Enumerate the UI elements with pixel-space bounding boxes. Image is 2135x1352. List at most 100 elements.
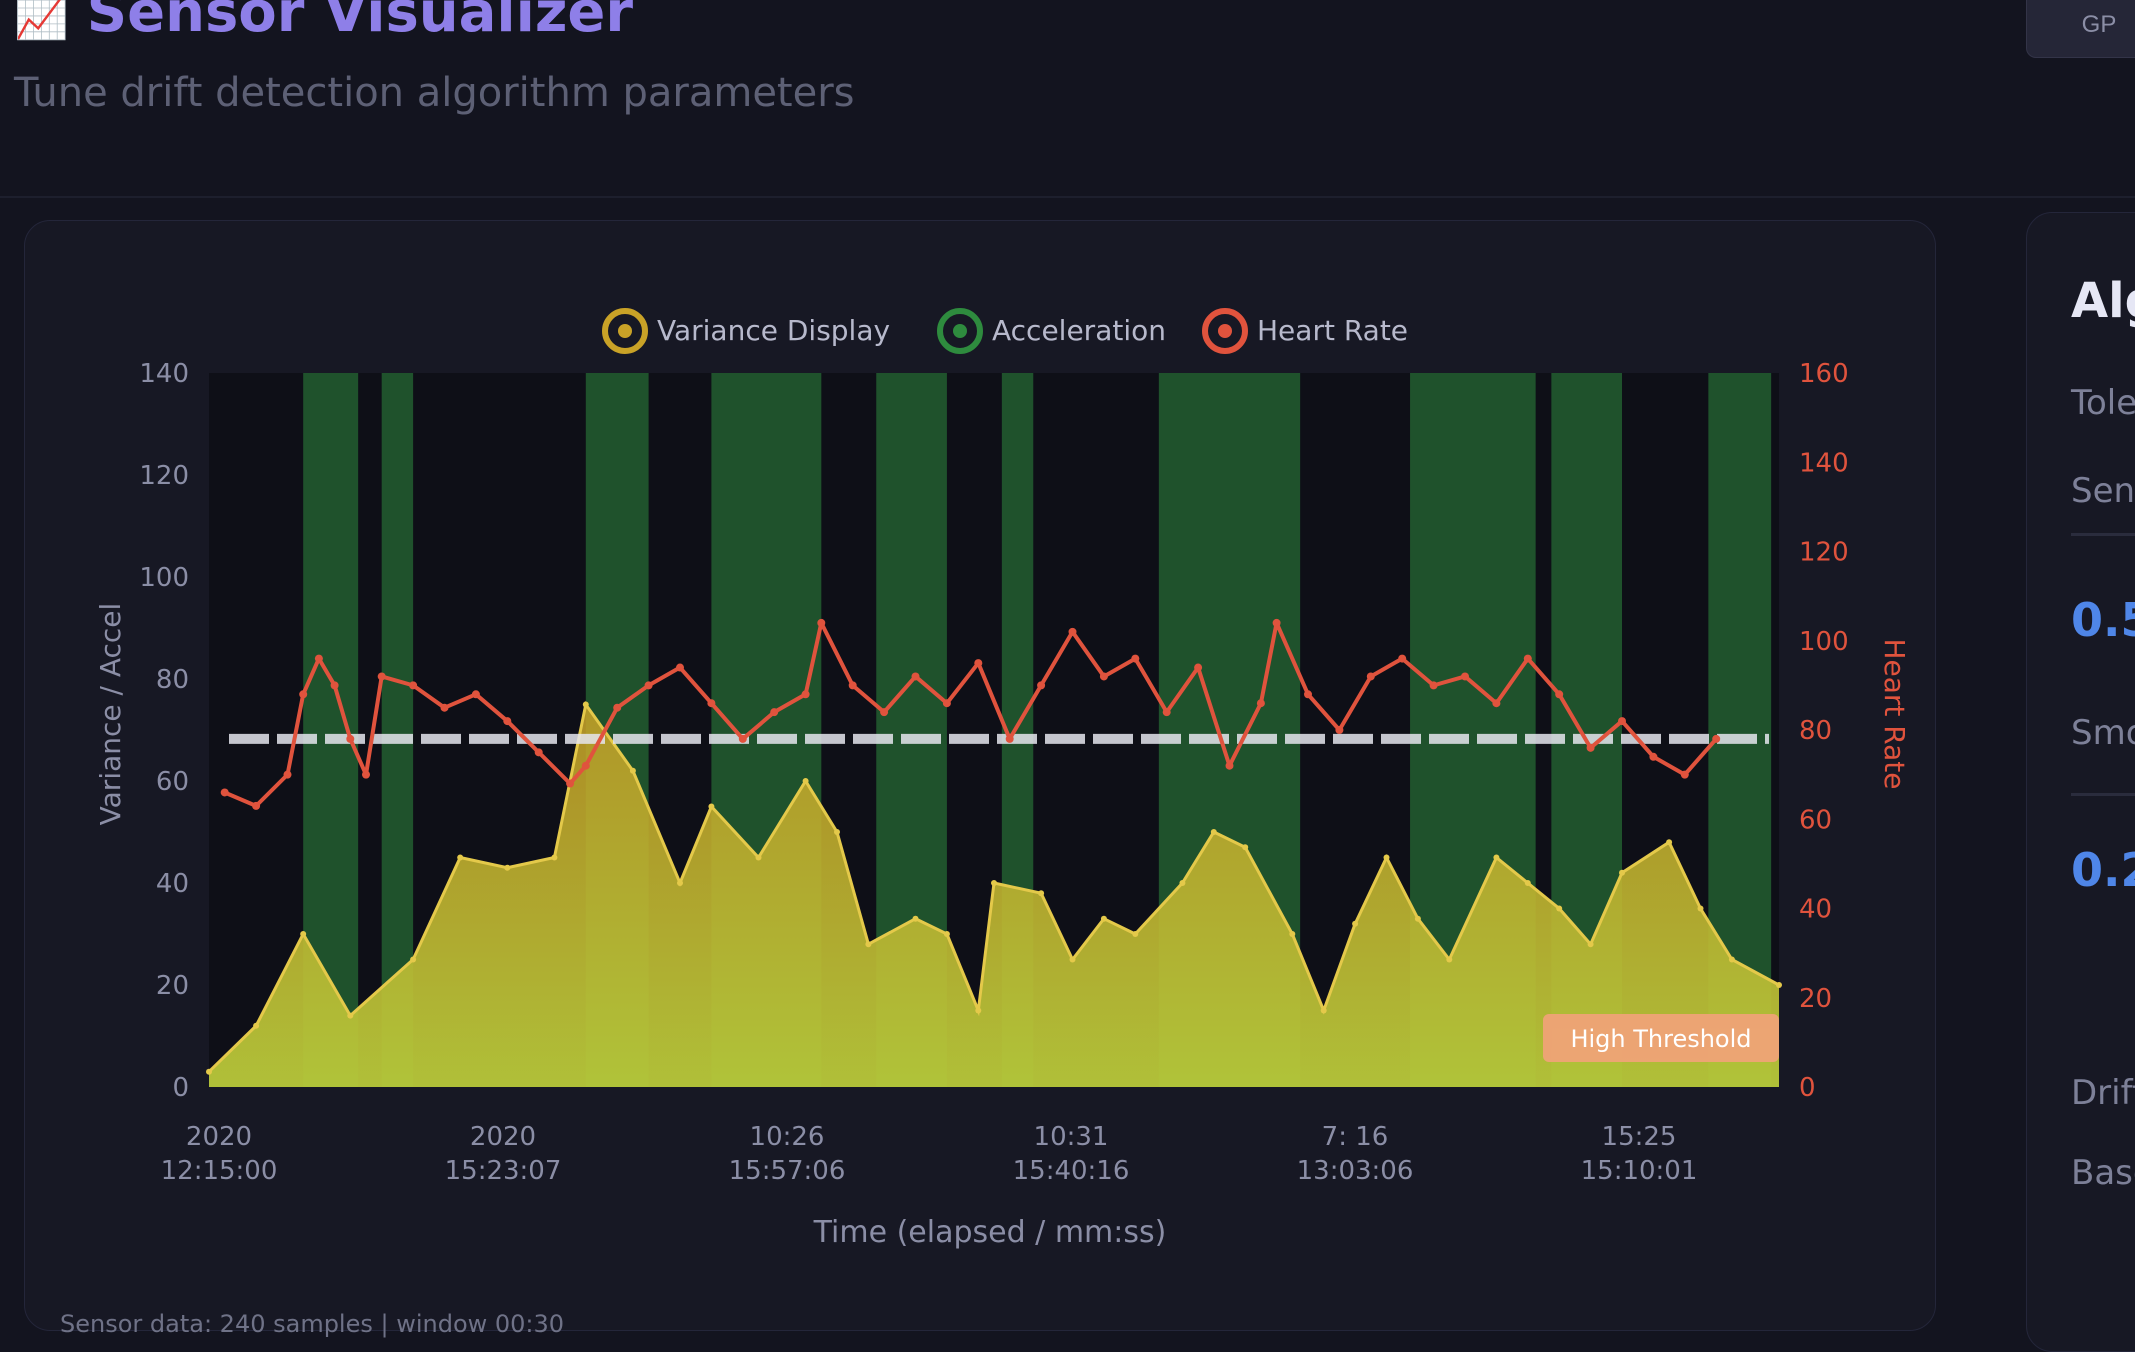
- variance-point: [410, 956, 417, 963]
- variance-point: [629, 767, 636, 774]
- variance-point: [300, 931, 307, 937]
- variance-point: [1414, 915, 1421, 922]
- heart-rate-point: [1712, 734, 1721, 743]
- legend-label: Variance Display: [657, 314, 890, 347]
- heart-rate-point: [314, 654, 323, 663]
- heart-rate-point: [1680, 770, 1689, 779]
- x-tick-label: 15:10:01: [1581, 1156, 1698, 1186]
- variance-point: [1493, 854, 1500, 861]
- variance-point: [582, 701, 589, 708]
- variance-point: [975, 1007, 982, 1014]
- variance-point: [1666, 839, 1673, 846]
- heart-rate-point: [676, 663, 684, 672]
- heart-rate-point: [1429, 681, 1438, 690]
- variance-point: [1556, 905, 1563, 912]
- heart-rate-point: [377, 672, 386, 681]
- sensitivity-label: Sensitivity: [2071, 471, 2135, 511]
- left-tick-label: 120: [139, 461, 189, 491]
- x-tick-label: 13:03:06: [1297, 1156, 1414, 1186]
- variance-point: [504, 864, 511, 871]
- variance-point: [206, 1068, 212, 1075]
- variance-point: [1383, 854, 1390, 861]
- variance-point: [1446, 956, 1453, 963]
- variance-point: [865, 941, 872, 948]
- variance-point: [347, 1012, 354, 1019]
- right-tick-label: 100: [1799, 627, 1849, 657]
- variance-point: [253, 1022, 260, 1029]
- heart-rate-point: [1256, 699, 1265, 708]
- baseline-label: Baseline: [2071, 1153, 2135, 1193]
- heart-rate-point: [1586, 743, 1595, 752]
- legend-marker-dot: [953, 324, 967, 338]
- legend-item[interactable]: Acceleration: [937, 308, 1166, 354]
- heart-rate-point: [974, 659, 983, 668]
- right-tick-label: 80: [1799, 716, 1832, 746]
- variance-point: [1728, 956, 1735, 963]
- heart-rate-point: [1366, 672, 1375, 681]
- variance-point: [802, 778, 809, 784]
- x-axis-label: Time (elapsed / mm:ss): [813, 1215, 1167, 1250]
- heart-rate-point: [362, 770, 370, 779]
- heart-rate-point: [1335, 726, 1344, 734]
- variance-point: [677, 880, 683, 886]
- legend-marker-dot: [1218, 324, 1232, 338]
- x-tick-label: 15:40:16: [1013, 1156, 1130, 1186]
- variance-point: [1776, 982, 1782, 988]
- x-tick-label: 10:26: [750, 1122, 825, 1152]
- variance-point: [1289, 931, 1296, 937]
- variance-point: [1242, 844, 1249, 851]
- left-tick-label: 140: [139, 359, 189, 389]
- left-tick-label: 0: [172, 1073, 189, 1103]
- variance-point: [1587, 941, 1594, 948]
- heart-rate-point: [1131, 654, 1140, 663]
- algorithm-panel: Algorithm Tolerance Sensitivity 0.5 Smoo…: [2026, 212, 2135, 1352]
- legend-item[interactable]: Heart Rate: [1202, 308, 1408, 354]
- heart-rate-point: [880, 708, 889, 717]
- x-tick-label: 2020: [186, 1122, 252, 1152]
- sensitivity-value[interactable]: 0.5: [2071, 593, 2135, 647]
- smoothing-label: Smoothing: [2071, 713, 2135, 753]
- profile-button[interactable]: GP: [2026, 0, 2135, 58]
- right-tick-label: 120: [1799, 538, 1849, 568]
- heart-rate-point: [1304, 690, 1312, 699]
- heart-rate-point: [346, 734, 355, 743]
- panel-divider: [2071, 533, 2135, 536]
- heart-rate-point: [252, 801, 261, 810]
- right-tick-label: 140: [1799, 448, 1849, 478]
- variance-point: [943, 931, 950, 937]
- heart-rate-point: [1194, 663, 1203, 672]
- heart-rate-point: [1649, 752, 1658, 761]
- heart-rate-point: [534, 748, 543, 757]
- y-axis-label-right: Heart Rate: [1878, 638, 1911, 789]
- variance-point: [1320, 1007, 1327, 1014]
- chart-card: 0 20 40 60 80 100 120 140 0 20 40 60 80 100 120 140 160 2…: [24, 220, 1936, 1331]
- heart-rate-point: [1099, 672, 1108, 681]
- sensor-chart: 0 20 40 60 80 100 120 140 0 20 40 60 80 100 120 140 160 2…: [94, 308, 1911, 1250]
- x-tick-label: 2020: [470, 1122, 536, 1152]
- variance-point: [551, 854, 558, 861]
- variance-point: [708, 803, 715, 810]
- heart-rate-point: [1225, 761, 1234, 770]
- threshold-badge-label: High Threshold: [1570, 1025, 1751, 1053]
- right-tick-label: 40: [1799, 895, 1832, 925]
- y-axis-label-left: Variance / Accel: [94, 603, 127, 826]
- heart-rate-point: [1555, 690, 1564, 699]
- heart-rate-point: [1523, 654, 1532, 663]
- variance-point: [1132, 931, 1139, 937]
- x-tick-label: 12:15:00: [161, 1156, 278, 1186]
- variance-point: [834, 829, 840, 835]
- smoothing-value[interactable]: 0.2: [2071, 843, 2135, 897]
- right-tick-label: 0: [1799, 1073, 1816, 1103]
- heart-rate-point: [299, 690, 308, 699]
- legend-item[interactable]: Variance Display: [602, 308, 890, 354]
- x-tick-label: 15:25: [1602, 1122, 1677, 1152]
- app-title-text: Sensor Visualizer: [86, 0, 634, 45]
- variance-point: [991, 880, 997, 886]
- app-header: 📈 Sensor Visualizer Tune drift detection …: [0, 0, 2135, 200]
- variance-point: [1619, 869, 1625, 876]
- heart-rate-point: [644, 681, 653, 690]
- right-tick-label: 160: [1799, 359, 1849, 389]
- heart-rate-point: [283, 770, 292, 779]
- variance-point: [1524, 880, 1531, 886]
- status-bar: Sensor data: 240 samples | window 00:30: [60, 1310, 565, 1338]
